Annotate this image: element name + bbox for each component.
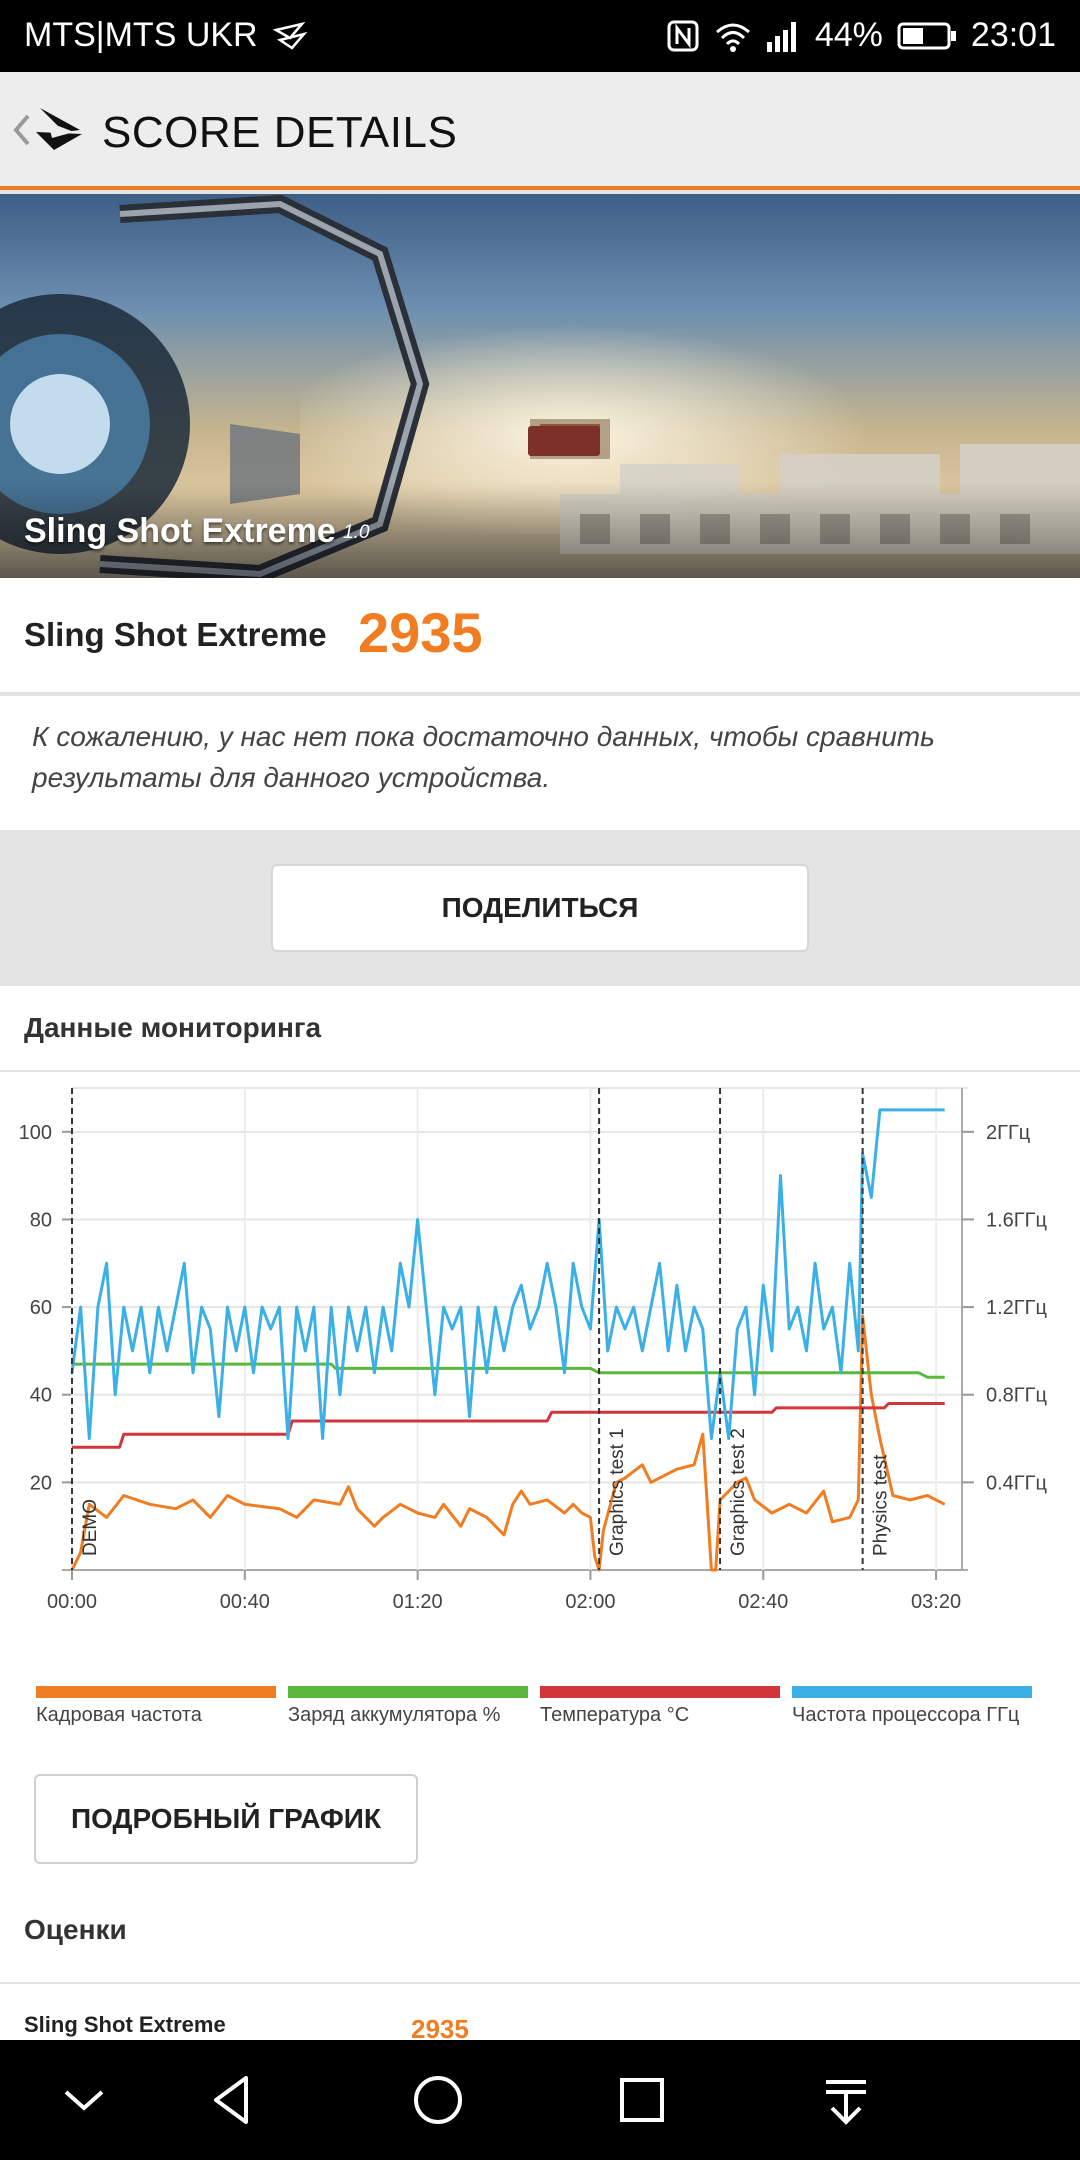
x-tick-label: 00:40 bbox=[220, 1591, 270, 1613]
wifi-icon bbox=[715, 23, 750, 52]
hide-nav-chevron-icon[interactable] bbox=[52, 2068, 116, 2132]
battery-percent: 44% bbox=[814, 16, 883, 54]
comparison-note-card: К сожалению, у нас нет пока достаточно д… bbox=[0, 696, 1080, 830]
navigation-bar bbox=[0, 2040, 1080, 2160]
y-right-tick-label: 2ГГц bbox=[986, 1122, 1030, 1144]
score-row-name: Sling Shot Extreme bbox=[24, 2012, 226, 2037]
score-card: Sling Shot Extreme 2935 bbox=[0, 578, 1080, 694]
score-value: 2935 bbox=[358, 601, 483, 664]
back-icon[interactable] bbox=[202, 2068, 266, 2132]
monitoring-chart[interactable]: 20 40 60 80 100 0.4ГГц 0.8ГГц 1.2ГГц 1.6ГГц 2ГГц 0… bbox=[0, 1072, 1080, 1672]
page-title: SCORE DETAILS bbox=[102, 108, 458, 157]
score-row[interactable]: Sling Shot Extreme 2935 bbox=[0, 1982, 1080, 2044]
legend-swatch bbox=[540, 1686, 780, 1698]
battery-icon bbox=[897, 22, 956, 49]
series-line bbox=[72, 1362, 945, 1379]
nfc-icon bbox=[667, 20, 699, 51]
y-left-tick-label: 60 bbox=[30, 1297, 52, 1319]
x-tick-label: 02:40 bbox=[738, 1591, 788, 1613]
legend-swatch bbox=[792, 1686, 1032, 1698]
comparison-note: К сожалению, у нас нет пока достаточно д… bbox=[32, 721, 935, 793]
app-header: SCORE DETAILS bbox=[0, 72, 1080, 190]
x-tick-label: 02:00 bbox=[565, 1591, 615, 1613]
home-icon[interactable] bbox=[406, 2068, 470, 2132]
legend-label: Температура °C bbox=[540, 1704, 690, 1726]
legend-label: Частота процессора ГГц bbox=[792, 1704, 1020, 1726]
test-banner: Sling Shot Extreme 1.0 bbox=[0, 194, 1080, 578]
y-left-tick-label: 40 bbox=[30, 1385, 52, 1407]
series-line bbox=[70, 1314, 946, 1572]
y-left-tick-label: 20 bbox=[30, 1472, 52, 1494]
y-left-tick-label: 100 bbox=[19, 1122, 52, 1144]
legend-swatch bbox=[288, 1686, 528, 1698]
back-chevron-icon[interactable] bbox=[10, 108, 34, 152]
detailed-chart-button[interactable]: ПОДРОБНЫЙ ГРАФИК bbox=[34, 1774, 418, 1864]
y-right-tick-label: 1.6ГГц bbox=[986, 1209, 1047, 1231]
y-right-tick-label: 0.4ГГц bbox=[986, 1472, 1047, 1494]
phase-marker-label: Graphics test 2 bbox=[728, 1428, 749, 1556]
series-line bbox=[72, 1402, 945, 1449]
y-right-tick-label: 1.2ГГц bbox=[986, 1297, 1047, 1319]
recent-apps-icon[interactable] bbox=[610, 2068, 674, 2132]
banner-title: Sling Shot Extreme bbox=[24, 512, 336, 550]
x-tick-label: 00:00 bbox=[47, 1591, 97, 1613]
carrier-name: MTS|MTS UKR bbox=[24, 16, 258, 54]
legend-swatch bbox=[36, 1686, 276, 1698]
legend-label: Заряд аккумулятора % bbox=[288, 1704, 501, 1726]
notification-pull-down-icon[interactable] bbox=[814, 2068, 878, 2132]
phase-marker-label: DEMO bbox=[80, 1499, 101, 1556]
monitoring-title: Данные мониторинга bbox=[24, 1012, 322, 1043]
3dmark-logo-icon[interactable] bbox=[34, 102, 86, 158]
x-tick-label: 01:20 bbox=[393, 1591, 443, 1613]
x-tick-label: 03:20 bbox=[911, 1591, 961, 1613]
signal-icon bbox=[766, 21, 796, 52]
monitoring-card: Данные мониторинга 20 40 60 80 100 0.4ГГц 0.8Г… bbox=[0, 986, 1080, 2040]
phase-marker-label: Physics test bbox=[871, 1454, 892, 1556]
scores-heading: Оценки bbox=[24, 1914, 127, 1945]
y-left-tick-label: 80 bbox=[30, 1209, 52, 1231]
share-button[interactable]: ПОДЕЛИТЬСЯ bbox=[271, 864, 809, 952]
legend-label: Кадровая частота bbox=[36, 1704, 202, 1726]
banner-version: 1.0 bbox=[343, 522, 370, 543]
clock: 23:01 bbox=[970, 16, 1056, 54]
score-label: Sling Shot Extreme bbox=[24, 616, 327, 653]
series-line bbox=[70, 1108, 945, 1440]
phase-marker-label: Graphics test 1 bbox=[607, 1428, 628, 1556]
navigation-arrow-icon bbox=[272, 21, 308, 50]
y-right-tick-label: 0.8ГГц bbox=[986, 1385, 1047, 1407]
status-bar: MTS|MTS UKR 44% 23:01 bbox=[0, 0, 1080, 72]
